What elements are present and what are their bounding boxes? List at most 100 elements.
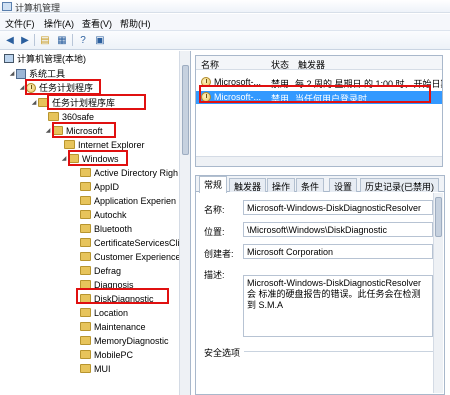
name-field[interactable]: Microsoft-Windows-DiskDiagnosticResolver	[243, 200, 433, 215]
tree-node-computer-management[interactable]: 计算机管理(本地)	[4, 52, 86, 65]
column-status[interactable]: 状态	[271, 58, 289, 71]
console-tree-icon[interactable]: ▦	[55, 33, 69, 47]
folder-icon	[80, 364, 91, 373]
tree-node-label: MobilePC	[94, 349, 134, 360]
tree-node-label: Active Directory Righ	[94, 167, 179, 178]
detail-tabs: 常规 触发器 操作 条件 设置 历史记录(已禁用)	[196, 176, 444, 193]
folder-icon	[80, 252, 91, 261]
tree-node-application-experience[interactable]: Application Experien	[80, 194, 176, 207]
folder-icon	[80, 336, 91, 345]
tree-node-label: Autochk	[94, 209, 127, 220]
window-title: 计算机管理	[15, 3, 61, 13]
tools-icon	[16, 68, 26, 79]
toolbar-separator	[34, 34, 35, 46]
menu-action[interactable]: 操作(A)	[44, 17, 74, 30]
menu-bar: 文件(F) 操作(A) 查看(V) 帮助(H)	[0, 14, 450, 31]
location-label: 位置:	[204, 227, 225, 237]
menu-file[interactable]: 文件(F)	[5, 17, 35, 30]
highlight-selected-task	[199, 85, 431, 103]
tree-node-label: Bluetooth	[94, 223, 133, 234]
folder-icon	[80, 182, 91, 191]
tree-node-label: Internet Explorer	[78, 139, 145, 150]
tree-node-memory-diagnostic[interactable]: MemoryDiagnostic	[80, 334, 169, 347]
properties-icon[interactable]: ▣	[93, 33, 107, 47]
folder-icon	[80, 350, 91, 359]
folder-icon	[48, 112, 59, 121]
menu-view[interactable]: 查看(V)	[82, 17, 112, 30]
tree-scrollbar-thumb[interactable]	[182, 65, 189, 155]
folder-icon	[80, 196, 91, 205]
tree-node-label: Application Experien	[94, 195, 177, 206]
toolbar: ◀ ▶ ▤ ▦ ? ▣	[0, 31, 450, 50]
folder-icon	[80, 308, 91, 317]
tree-node-label: MUI	[94, 363, 111, 374]
folder-up-icon[interactable]: ▤	[38, 33, 52, 47]
tree-node-location[interactable]: Location	[80, 306, 128, 319]
tree-node-label: Location	[94, 307, 129, 318]
detail-scrollbar[interactable]	[433, 193, 443, 393]
tree-scrollbar[interactable]	[179, 51, 190, 395]
section-divider	[244, 351, 434, 352]
folder-icon	[80, 224, 91, 233]
tree-node-active-directory-rights[interactable]: Active Directory Righ	[80, 166, 178, 179]
location-field[interactable]: \Microsoft\Windows\DiskDiagnostic	[243, 222, 433, 237]
expand-arrow-icon[interactable]: ◢	[8, 70, 16, 77]
author-field[interactable]: Microsoft Corporation	[243, 244, 433, 259]
security-options-heading: 安全选项	[204, 348, 241, 358]
folder-icon	[64, 140, 75, 149]
task-panel: 名称 状态 触发器 Microsoft-... 禁用 每 2 周的 星期日 的 …	[195, 51, 450, 395]
tree-node-label: MemoryDiagnostic	[94, 335, 169, 346]
console-tree: 计算机管理(本地) ◢ 系统工具 ◢ 任务计划程序 ◢ 任务计划程序库 360s…	[0, 51, 191, 395]
tree-node-autochk[interactable]: Autochk	[80, 208, 127, 221]
tree-node-mui[interactable]: MUI	[80, 362, 111, 375]
tab-triggers[interactable]: 触发器	[229, 178, 267, 192]
tree-node-defrag[interactable]: Defrag	[80, 264, 121, 277]
column-name[interactable]: 名称	[201, 58, 219, 71]
tree-node-label: CertificateServicesCli	[94, 237, 180, 248]
tab-general[interactable]: 常规	[199, 176, 228, 193]
tree-node-customer-experience[interactable]: Customer Experience	[80, 250, 181, 263]
tree-node-maintenance[interactable]: Maintenance	[80, 320, 146, 333]
tree-node-label: Defrag	[94, 265, 122, 276]
author-label: 创建者:	[204, 249, 234, 259]
task-detail-panel: 常规 触发器 操作 条件 设置 历史记录(已禁用) 名称: Microsoft-…	[195, 175, 445, 395]
expand-arrow-icon[interactable]: ◢	[60, 155, 68, 162]
highlight-diskdiagnostic	[76, 288, 169, 304]
title-bar: 计算机管理	[0, 0, 450, 13]
detail-scrollbar-thumb[interactable]	[435, 197, 442, 237]
tree-node-label: 360safe	[62, 111, 95, 122]
tree-node-bluetooth[interactable]: Bluetooth	[80, 222, 132, 235]
expand-arrow-icon[interactable]: ◢	[30, 99, 38, 106]
highlight-microsoft	[52, 122, 116, 138]
tree-node-label: AppID	[94, 181, 120, 192]
folder-icon	[80, 210, 91, 219]
toolbar-separator	[72, 34, 73, 46]
menu-help[interactable]: 帮助(H)	[120, 17, 151, 30]
task-list: 名称 状态 触发器 Microsoft-... 禁用 每 2 周的 星期日 的 …	[195, 55, 443, 167]
tree-node-label: Maintenance	[94, 321, 146, 332]
description-field[interactable]: Microsoft-Windows-DiskDiagnosticResolver…	[243, 275, 433, 337]
tree-node-mobilepc[interactable]: MobilePC	[80, 348, 133, 361]
column-trigger[interactable]: 触发器	[298, 58, 325, 71]
arrow-left-icon[interactable]: ◀	[3, 33, 17, 47]
tab-actions[interactable]: 操作	[267, 178, 296, 192]
arrow-right-icon[interactable]: ▶	[18, 33, 32, 47]
highlight-task-library	[47, 94, 146, 110]
folder-icon	[80, 322, 91, 331]
help-icon[interactable]: ?	[76, 33, 90, 47]
computer-icon	[4, 54, 14, 63]
tab-history[interactable]: 历史记录(已禁用)	[360, 178, 439, 192]
tab-settings[interactable]: 设置	[329, 178, 358, 192]
highlight-task-scheduler	[25, 79, 101, 95]
highlight-windows	[68, 150, 128, 166]
tree-node-label: 计算机管理(本地)	[17, 54, 86, 64]
tree-node-certificate-services-client[interactable]: CertificateServicesCli	[80, 236, 180, 249]
tree-node-label: Customer Experience	[94, 251, 181, 262]
tree-node-appid[interactable]: AppID	[80, 180, 119, 193]
computer-management-icon	[2, 2, 12, 11]
name-label: 名称:	[204, 205, 225, 215]
task-list-hscrollbar[interactable]	[196, 156, 442, 166]
expand-arrow-icon[interactable]: ◢	[44, 127, 52, 134]
task-list-header: 名称 状态 触发器	[196, 56, 442, 70]
tab-conditions[interactable]: 条件	[296, 178, 325, 192]
